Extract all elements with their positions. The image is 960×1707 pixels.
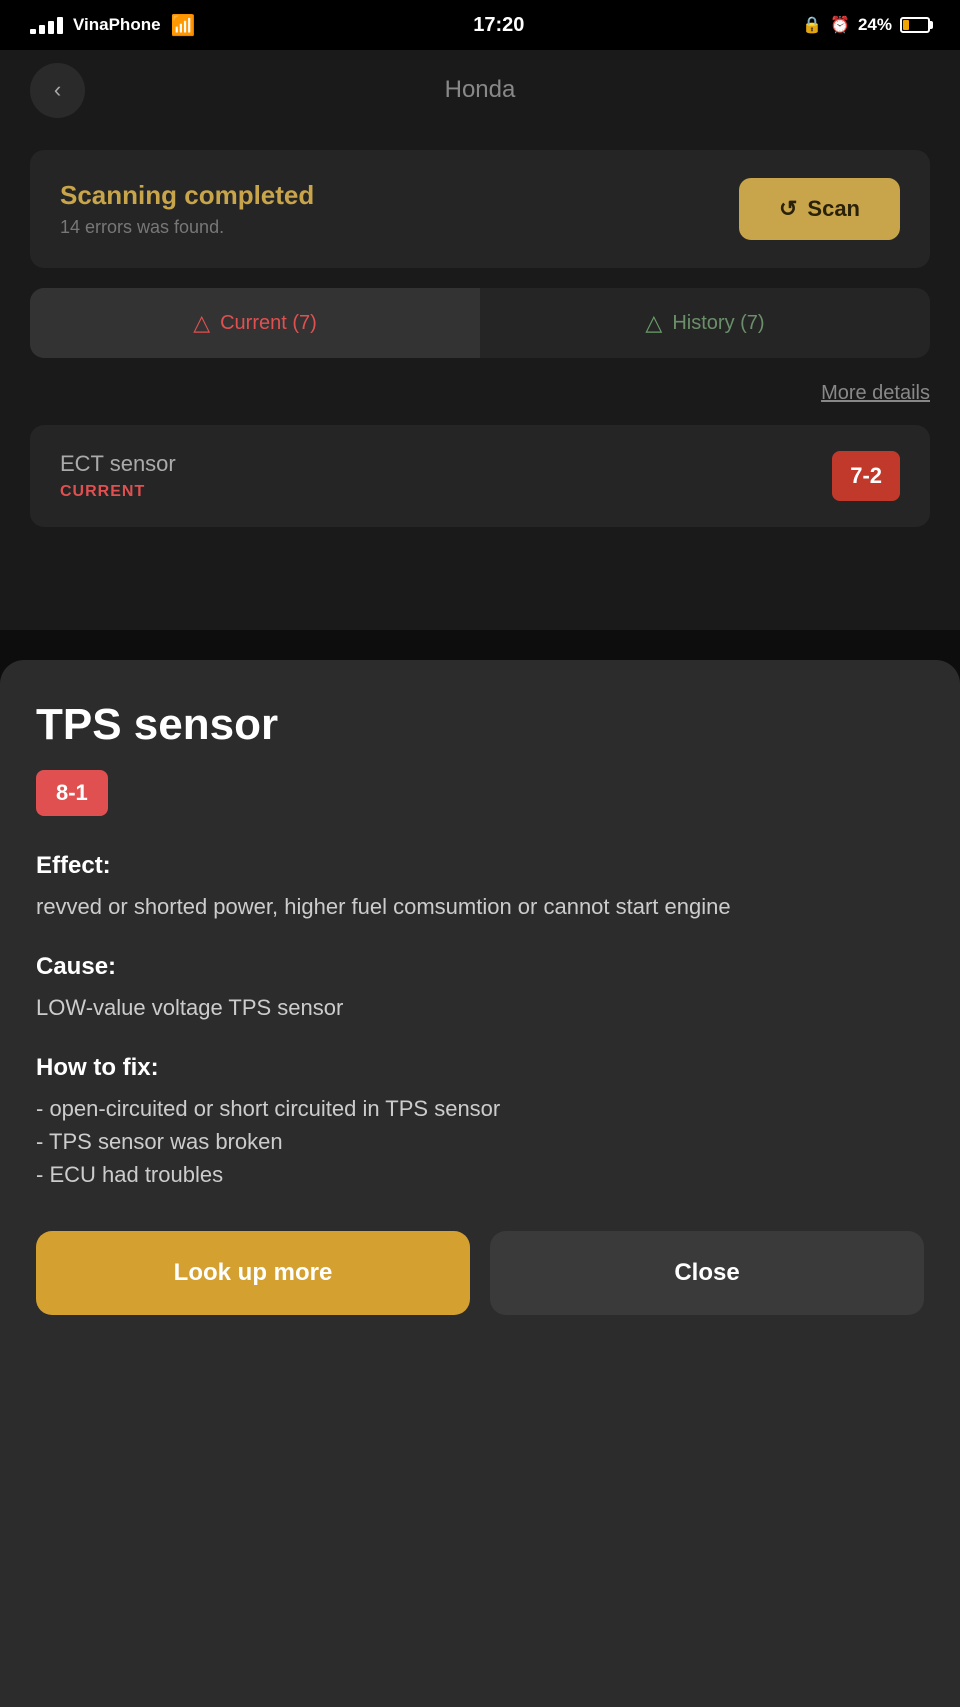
effect-text: revved or shorted power, higher fuel com…	[36, 890, 924, 923]
warning-icon-history: △	[645, 310, 662, 336]
effect-section: Effect: revved or shorted power, higher …	[36, 852, 924, 923]
tab-current[interactable]: △ Current (7)	[30, 288, 480, 358]
refresh-icon: ↺	[779, 196, 797, 222]
scan-button[interactable]: ↺ Scan	[739, 178, 900, 240]
look-up-more-button[interactable]: Look up more	[36, 1231, 470, 1315]
warning-icon-current: △	[193, 310, 210, 336]
battery-fill	[903, 20, 910, 30]
error-status: CURRENT	[60, 483, 176, 501]
lock-icon: 🔒	[802, 15, 822, 35]
signal-bars	[30, 17, 63, 34]
close-button[interactable]: Close	[490, 1231, 924, 1315]
how-to-fix-text: - open-circuited or short circuited in T…	[36, 1092, 924, 1191]
effect-label: Effect:	[36, 852, 924, 880]
status-left: VinaPhone 📶	[30, 13, 195, 38]
battery-icon	[900, 17, 930, 33]
scan-subtitle: 14 errors was found.	[60, 217, 314, 238]
how-to-fix-label: How to fix:	[36, 1054, 924, 1082]
signal-bar-1	[30, 29, 36, 34]
error-item[interactable]: ECT sensor CURRENT 7-2	[30, 425, 930, 527]
nav-bar: ‹ Honda	[0, 50, 960, 130]
error-info: ECT sensor CURRENT	[60, 451, 176, 501]
signal-bar-4	[57, 17, 63, 34]
wifi-icon: 📶	[171, 13, 196, 38]
carrier-name: VinaPhone	[73, 15, 161, 35]
status-time: 17:20	[473, 14, 524, 37]
sensor-title: TPS sensor	[36, 700, 924, 750]
alarm-icon: ⏰	[830, 15, 850, 35]
bottom-buttons: Look up more Close	[36, 1231, 924, 1315]
battery-percent: 24%	[858, 15, 892, 35]
scan-button-label: Scan	[807, 196, 860, 222]
nav-title: Honda	[445, 76, 516, 104]
cause-section: Cause: LOW-value voltage TPS sensor	[36, 953, 924, 1024]
bottom-sheet: TPS sensor 8-1 Effect: revved or shorted…	[0, 660, 960, 1707]
scan-title: Scanning completed	[60, 180, 314, 211]
signal-bar-2	[39, 25, 45, 34]
tab-current-label: Current (7)	[220, 312, 317, 335]
tab-history[interactable]: △ History (7)	[480, 288, 930, 358]
tab-history-label: History (7)	[672, 312, 764, 335]
sensor-code-badge: 8-1	[36, 770, 108, 816]
status-bar: VinaPhone 📶 17:20 🔒 ⏰ 24%	[0, 0, 960, 50]
scan-info: Scanning completed 14 errors was found.	[60, 180, 314, 238]
error-code: 7-2	[832, 451, 900, 501]
signal-bar-3	[48, 21, 54, 34]
more-details-link[interactable]: More details	[821, 382, 930, 405]
status-right: 🔒 ⏰ 24%	[802, 15, 930, 35]
back-button[interactable]: ‹	[30, 63, 85, 118]
scan-card: Scanning completed 14 errors was found. …	[30, 150, 930, 268]
cause-label: Cause:	[36, 953, 924, 981]
how-to-fix-section: How to fix: - open-circuited or short ci…	[36, 1054, 924, 1191]
tab-bar: △ Current (7) △ History (7)	[30, 288, 930, 358]
cause-text: LOW-value voltage TPS sensor	[36, 991, 924, 1024]
more-details-row: More details	[0, 368, 960, 415]
error-name: ECT sensor	[60, 451, 176, 477]
